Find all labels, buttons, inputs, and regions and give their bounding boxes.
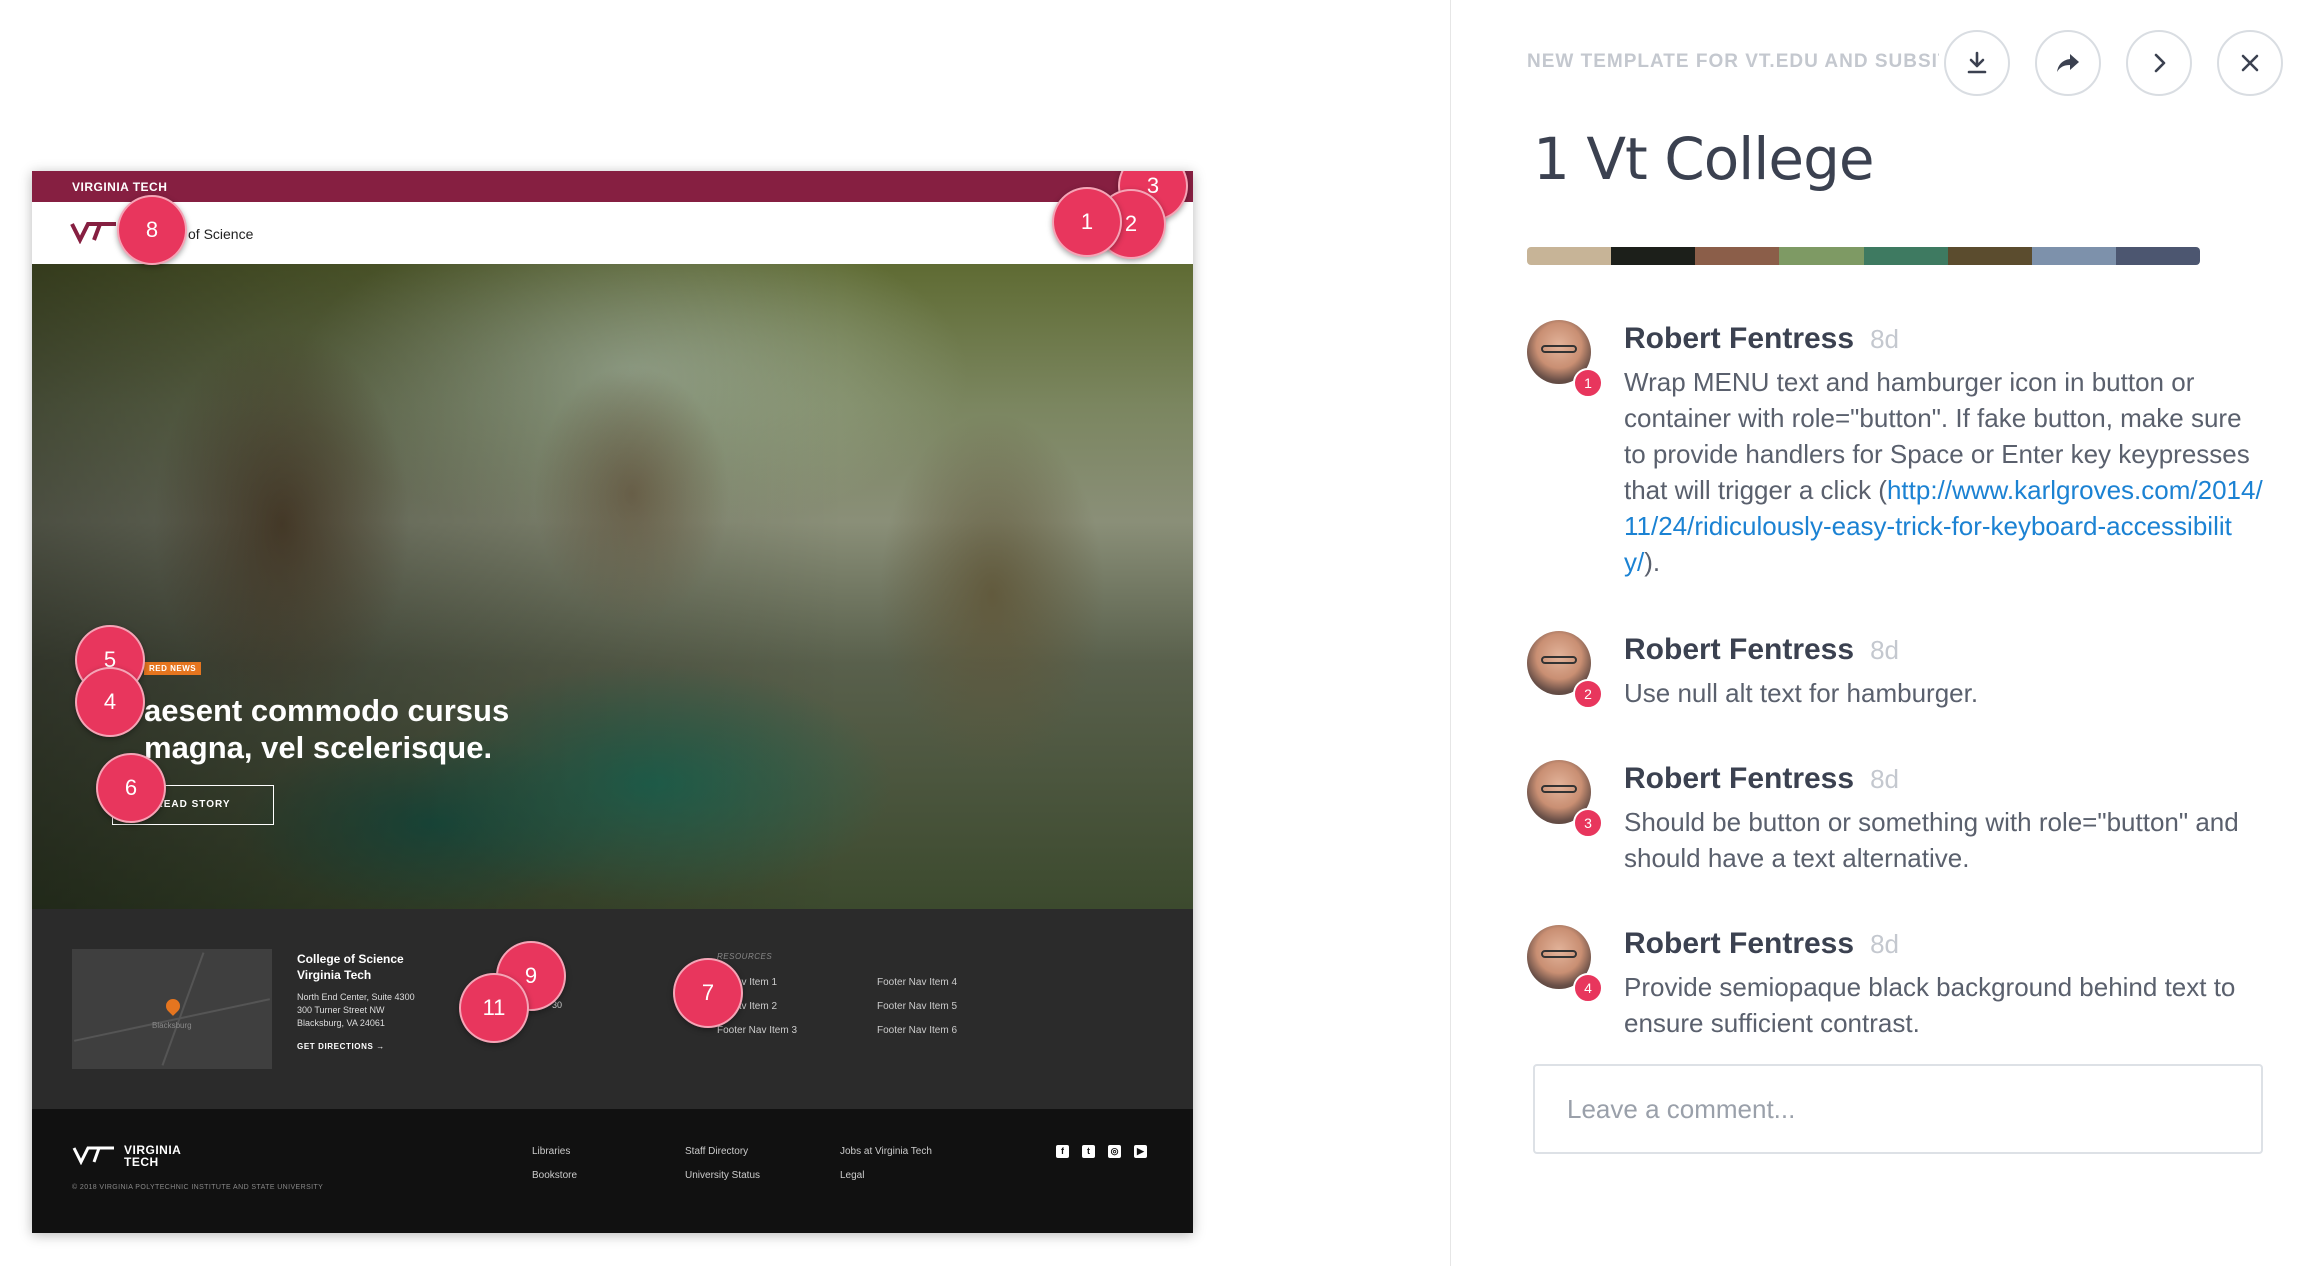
comment-time: 8d xyxy=(1870,635,1899,665)
footer-title-line: Virginia Tech xyxy=(297,968,372,982)
comment-author: Robert Fentress 8d xyxy=(1624,633,1899,666)
palette-swatch-5[interactable] xyxy=(1863,247,1948,265)
footer-nav-item[interactable]: Footer Nav Item 3 xyxy=(717,1019,797,1043)
footer-nav-item[interactable]: Footer Nav Item 4 xyxy=(877,971,957,995)
palette-swatch-7[interactable] xyxy=(2031,247,2116,265)
comment-number-badge[interactable]: 3 xyxy=(1573,808,1603,838)
copyright: © 2018 VIRGINIA POLYTECHNIC INSTITUTE AN… xyxy=(72,1184,324,1191)
mock-map: Blacksburg xyxy=(72,949,272,1069)
comment-box xyxy=(1533,1064,2263,1154)
facebook-icon[interactable]: f xyxy=(1056,1145,1069,1158)
screen-title: 1 Vt College xyxy=(1533,125,1875,193)
comment-input[interactable] xyxy=(1535,1066,2261,1152)
close-button[interactable] xyxy=(2217,30,2283,96)
twitter-icon[interactable]: t xyxy=(1082,1145,1095,1158)
comment-item: 1 Robert Fentress 8d Wrap MENU text and h… xyxy=(1527,320,2267,580)
mock-hero-badge: RED NEWS xyxy=(144,662,202,675)
comment-text: Use null alt text for hamburger. xyxy=(1624,678,1979,708)
bottom-link[interactable]: Staff Directory xyxy=(685,1146,748,1157)
mock-header: of Science xyxy=(32,202,1193,265)
address-line: North End Center, Suite 4300 xyxy=(297,992,415,1002)
vt-logo-icon xyxy=(72,1146,114,1165)
youtube-icon[interactable]: ▶ xyxy=(1134,1145,1147,1158)
mock-hero-headline: aesent commodo cursus magna, vel sceleri… xyxy=(144,693,510,765)
footer-title-line: College of Science xyxy=(297,952,404,966)
comment-number-badge[interactable]: 1 xyxy=(1573,368,1603,398)
mock-topbar-label: VIRGINIA TECH xyxy=(72,180,168,194)
annotation-marker-4[interactable]: 4 xyxy=(75,667,145,737)
mock-topbar: VIRGINIA TECH xyxy=(32,171,1193,202)
annotation-marker-1[interactable]: 1 xyxy=(1052,187,1122,257)
vt-wordmark: VIRGINIA TECH xyxy=(124,1143,182,1169)
bottom-link[interactable]: Legal xyxy=(840,1170,864,1181)
palette-swatch-1[interactable] xyxy=(1527,247,1612,265)
comment-item: 2 Robert Fentress 8d Use null alt text fo… xyxy=(1527,631,2267,721)
map-label: Blacksburg xyxy=(152,1021,192,1030)
annotation-marker-8[interactable]: 8 xyxy=(117,195,187,265)
annotation-marker-11[interactable]: 11 xyxy=(459,973,529,1043)
comment-text: Wrap MENU text and hamburger icon in but… xyxy=(1624,367,2263,577)
download-button[interactable] xyxy=(1944,30,2010,96)
instagram-icon[interactable]: ◎ xyxy=(1108,1145,1121,1158)
footer-nav-item[interactable]: Footer Nav Item 6 xyxy=(877,1019,957,1043)
mock-bottom-bar: VIRGINIA TECH © 2018 VIRGINIA POLYTECHNI… xyxy=(32,1109,1193,1233)
comment-time: 8d xyxy=(1870,324,1899,354)
address-line: Blacksburg, VA 24061 xyxy=(297,1018,385,1028)
close-icon xyxy=(2241,54,2259,72)
download-icon xyxy=(1967,51,1987,74)
annotation-marker-6[interactable]: 6 xyxy=(96,753,166,823)
address-line: 300 Turner Street NW xyxy=(297,1005,385,1015)
next-button[interactable] xyxy=(2126,30,2192,96)
palette-swatch-3[interactable] xyxy=(1695,247,1780,265)
comment-number-badge[interactable]: 2 xyxy=(1573,679,1603,709)
share-button[interactable] xyxy=(2035,30,2101,96)
design-preview[interactable]: VIRGINIA TECH of Science RED NEWS aesent… xyxy=(32,171,1193,1233)
palette-swatch-8[interactable] xyxy=(2115,247,2200,265)
comment-item: 3 Robert Fentress 8d Should be button or … xyxy=(1527,760,2267,890)
bottom-link[interactable]: University Status xyxy=(685,1170,760,1181)
comment-item: 4 Robert Fentress 8d Provide semiopaque b… xyxy=(1527,925,2267,1055)
palette-swatch-2[interactable] xyxy=(1611,247,1696,265)
bottom-link[interactable]: Libraries xyxy=(532,1146,570,1157)
footer-nav-col-2: Footer Nav Item 4 Footer Nav Item 5 Foot… xyxy=(877,971,957,1043)
comment-text: Provide semiopaque black background behi… xyxy=(1624,972,2236,1038)
arrow-right-icon: → xyxy=(376,1042,385,1051)
color-palette xyxy=(1527,247,2200,265)
mock-address: College of Science Virginia Tech North E… xyxy=(297,951,415,1053)
vt-logo-icon xyxy=(70,222,116,244)
comment-time: 8d xyxy=(1870,929,1899,959)
resources-heading: RESOURCES xyxy=(717,952,773,961)
bottom-link[interactable]: Jobs at Virginia Tech xyxy=(840,1146,932,1157)
get-directions-link[interactable]: GET DIRECTIONS xyxy=(297,1042,373,1051)
chevron-right-icon xyxy=(2154,53,2166,73)
comment-author: Robert Fentress 8d xyxy=(1624,322,1899,355)
mock-footer: Blacksburg College of Science Virginia T… xyxy=(32,909,1193,1109)
comment-number-badge[interactable]: 4 xyxy=(1573,973,1603,1003)
mock-college-name: of Science xyxy=(188,226,254,242)
project-title: NEW TEMPLATE FOR VT.EDU AND SUBSITES xyxy=(1527,51,1939,72)
comment-author: Robert Fentress 8d xyxy=(1624,927,1899,960)
comment-text: Should be button or something with role=… xyxy=(1624,807,2239,873)
annotation-marker-7[interactable]: 7 xyxy=(673,958,743,1028)
comment-time: 8d xyxy=(1870,764,1899,794)
comment-author: Robert Fentress 8d xyxy=(1624,762,1899,795)
palette-swatch-4[interactable] xyxy=(1779,247,1864,265)
footer-nav-item[interactable]: Footer Nav Item 5 xyxy=(877,995,957,1019)
palette-swatch-6[interactable] xyxy=(1947,247,2032,265)
bottom-link[interactable]: Bookstore xyxy=(532,1170,577,1181)
mock-hero-image: RED NEWS aesent commodo cursus magna, ve… xyxy=(32,264,1193,909)
share-icon xyxy=(2057,54,2079,72)
